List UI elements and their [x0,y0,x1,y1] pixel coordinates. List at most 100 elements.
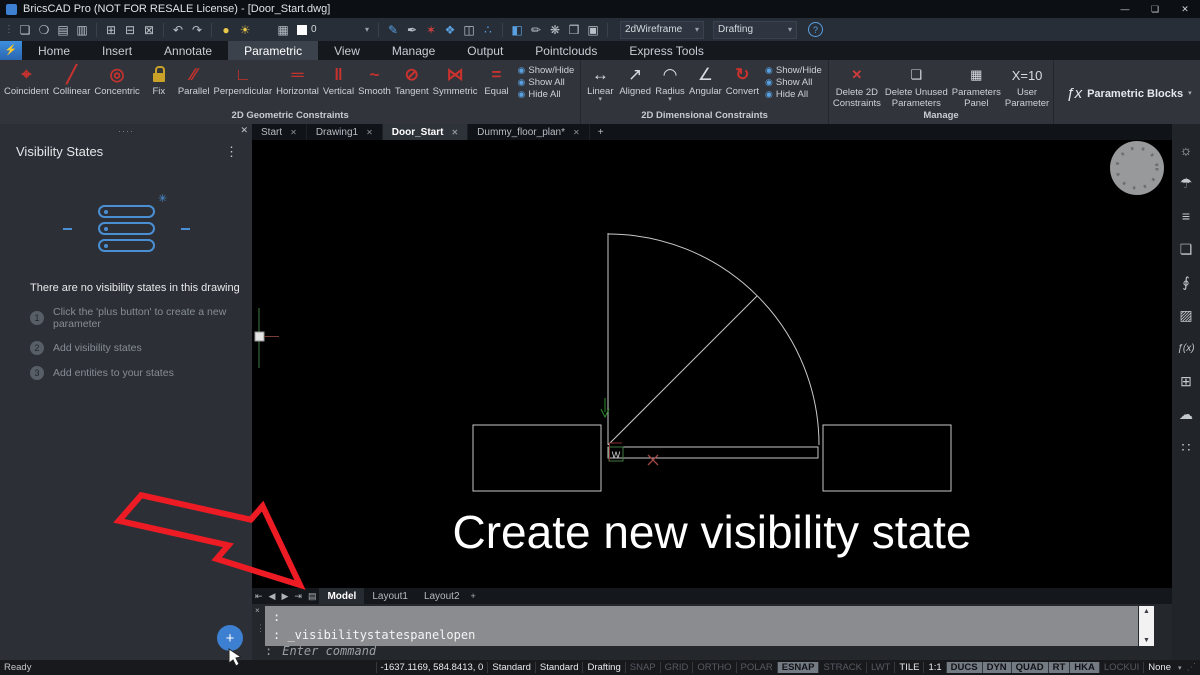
components-grid-icon[interactable]: ∷ [1176,437,1196,457]
lightbulb-icon[interactable]: ☼ [1176,140,1196,160]
minimize-button[interactable]: — [1110,0,1140,18]
match-properties-pen-icon[interactable]: ✒ [404,21,420,38]
snap-toggle[interactable]: SNAP [625,662,660,673]
scroll-up-icon[interactable]: ▲ [1143,606,1150,617]
ribbon-tab[interactable]: Express Tools [613,41,719,60]
hide-all-geometric-button[interactable]: ◉ Hide All [518,89,575,100]
open-icon[interactable]: ❍ [36,21,52,38]
new-layout-button[interactable]: + [468,588,479,604]
layout-tab[interactable]: Layout2 [416,588,468,604]
panel-close-icon[interactable]: ✕ [240,125,248,136]
new-document-tab-button[interactable]: + [590,124,612,140]
redo-icon[interactable]: ↷ [189,21,205,38]
save-as-icon[interactable]: ▥ [74,21,90,38]
entity-snap-icon[interactable]: ❖ [442,21,458,38]
fix-button[interactable]: Fix [142,63,176,97]
dyn-toggle[interactable]: DYN [982,662,1011,673]
chevron-down-icon[interactable]: ▾ [341,25,369,34]
rt-toggle[interactable]: RT [1048,662,1070,673]
strack-toggle[interactable]: STRACK [818,662,866,673]
hka-toggle[interactable]: HKA [1069,662,1099,673]
current-workspace[interactable]: Drafting [582,662,624,673]
drawing-canvas[interactable]: W [252,140,1172,588]
close-tab-icon[interactable]: ✕ [451,128,458,137]
paperclip-attachments-icon[interactable]: ∮ [1176,272,1196,292]
parameters-panel-button[interactable]: ▦ Parameters Panel [950,63,1003,109]
help-icon[interactable]: ? [808,22,823,37]
polar-toggle[interactable]: POLAR [736,662,777,673]
delete-unused-parameters-button[interactable]: ❏ Delete Unused Parameters [883,63,950,109]
linear-button[interactable]: ↔ Linear ▾ [583,63,617,103]
coordinates-display[interactable]: -1637.1169, 584.8413, 0 [376,662,488,673]
paintbrush-icon[interactable]: ✎ [385,21,401,38]
user-parameter-button[interactable]: X=10 User Parameter [1003,63,1051,109]
show-hide-geometric-button[interactable]: ◉ Show/Hide [518,65,575,76]
show-all-geometric-button[interactable]: ◉ Show All [518,77,575,88]
document-tab[interactable]: Drawing1 ✕ [307,124,383,140]
annotation-scale[interactable]: 1:1 [923,662,945,673]
prev-sheet-icon[interactable]: ◀ [266,588,279,604]
ducs-toggle[interactable]: DUCS [946,662,982,673]
angular-button[interactable]: ∠ Angular [687,63,724,103]
ribbon-tab[interactable]: Parametric [228,41,318,60]
settings-sliders-icon[interactable]: ≡ [1176,206,1196,226]
xray-icon[interactable]: ◫ [461,21,477,38]
document-tab[interactable]: Start ✕ [252,124,307,140]
tangent-button[interactable]: ⊘ Tangent [393,63,431,97]
sheet-icon[interactable]: ❒ [566,21,582,38]
symmetric-button[interactable]: ⋈ Symmetric [431,63,480,97]
close-tab-icon[interactable]: ✕ [290,128,297,137]
ribbon-tab[interactable]: Insert [86,41,148,60]
parallel-button[interactable]: ∕∕ Parallel [176,63,212,97]
create-parameter-plus-button[interactable]: + [217,625,243,651]
undo-icon[interactable]: ↶ [170,21,186,38]
layer-thaw-sun-icon[interactable]: ☀ [237,21,253,38]
settings-gear-icon[interactable]: ❋ [547,21,563,38]
ribbon-tab[interactable]: Pointclouds [519,41,613,60]
document-tab[interactable]: Dummy_floor_plan* ✕ [468,124,590,140]
layout-tab[interactable]: Model [319,588,364,604]
panel-icon[interactable]: ◧ [509,21,525,38]
equal-button[interactable]: = Equal [480,63,514,97]
next-sheet-icon[interactable]: ▶ [278,588,291,604]
quad-toggle[interactable]: QUAD [1011,662,1048,673]
aligned-button[interactable]: ↗ Aligned [617,63,653,103]
workspace-select[interactable]: Drafting ▾ [713,21,797,39]
ribbon-tab[interactable]: Annotate [148,41,228,60]
ribbon-tab[interactable]: View [318,41,376,60]
concentric-button[interactable]: ◎ Concentric [92,63,141,97]
cloud-upload-icon[interactable]: ☁ [1176,404,1196,424]
show-all-dimensional-button[interactable]: ◉ Show All [765,77,822,88]
tile-toggle[interactable]: TILE [894,662,923,673]
perpendicular-button[interactable]: ∟ Perpendicular [212,63,275,97]
sheet-list-icon[interactable]: ▤ [305,588,320,604]
tablet-none[interactable]: None [1143,662,1175,673]
visual-style-select[interactable]: 2dWireframe ▾ [620,21,704,39]
command-input[interactable]: :Enter command [265,644,376,658]
maximize-button[interactable]: ❏ [1140,0,1170,18]
publish-icon[interactable]: ⊟ [122,21,138,38]
smooth-button[interactable]: ~ Smooth [356,63,393,97]
new-file-icon[interactable]: ❏ [17,21,33,38]
balloon-icon[interactable]: ☂ [1176,173,1196,193]
document-tab[interactable]: Door_Start ✕ [383,124,468,140]
layer-selector[interactable]: 0 ▾ [294,22,372,38]
panel-grip[interactable]: ···· [118,128,134,134]
panel-menu-kebab-icon[interactable]: ⋮ [225,144,238,160]
close-tab-icon[interactable]: ✕ [573,128,580,137]
ribbon-app-icon[interactable]: ⚡ [0,41,22,60]
layout-tab[interactable]: Layout1 [364,588,416,604]
first-sheet-icon[interactable]: ⇤ [252,588,266,604]
image-icon[interactable]: ▣ [585,21,601,38]
parameters-fx-icon[interactable]: ƒ(x) [1176,338,1196,358]
ribbon-tab[interactable]: Manage [376,41,451,60]
structure-tree-icon[interactable]: ⊞ [1176,371,1196,391]
layers-icon[interactable]: ❏ [1176,239,1196,259]
radius-button[interactable]: ◠ Radius ▾ [653,63,687,103]
lockui-toggle[interactable]: LOCKUI [1099,662,1143,673]
delete-2d-constraints-button[interactable]: ✕ Delete 2D Constraints [831,63,883,109]
plot-icon[interactable]: ⊞ [103,21,119,38]
hatch-icon[interactable]: ▨ [1176,305,1196,325]
ribbon-tab[interactable]: Output [451,41,519,60]
esnap-toggle[interactable]: ESNAP [777,662,819,673]
